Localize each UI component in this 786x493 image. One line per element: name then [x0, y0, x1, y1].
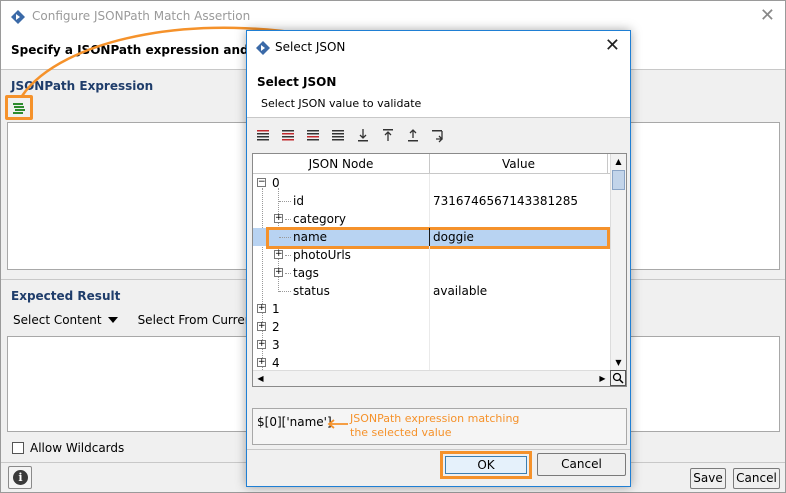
tree-row[interactable]: + photoUrls: [253, 246, 608, 264]
node-label: tags: [293, 266, 319, 280]
move-up-icon[interactable]: [380, 127, 397, 143]
tree-row[interactable]: id 7316746567143381285: [253, 192, 608, 210]
tree-row[interactable]: + 3: [253, 336, 608, 354]
footer-divider: [247, 449, 630, 450]
expand-selected-icon[interactable]: [305, 127, 322, 143]
collapse-all-icon[interactable]: [280, 127, 297, 143]
scroll-up-icon[interactable]: ▲: [611, 154, 626, 169]
tree-line: [279, 201, 291, 202]
jsonpath-expression-value: $[0]['name']: [257, 415, 332, 429]
tree-row[interactable]: + tags: [253, 264, 608, 282]
select-json-header: Select JSON Select JSON value to validat…: [247, 63, 630, 118]
jsonpath-expression-field: $[0]['name'] JSONPath expression matchin…: [252, 408, 627, 445]
column-divider: [429, 192, 430, 210]
vertical-scroll-thumb[interactable]: [612, 170, 625, 190]
column-header-json-node[interactable]: JSON Node: [253, 154, 430, 174]
collapse-selected-icon[interactable]: [330, 127, 347, 143]
expand-icon[interactable]: +: [257, 322, 266, 331]
node-label: photoUrls: [293, 248, 351, 262]
zoom-icon[interactable]: [610, 370, 626, 386]
node-label: id: [293, 194, 304, 208]
vertical-scrollbar[interactable]: ▲ ▼: [610, 154, 626, 370]
annotation-line-2: the selected value: [350, 426, 452, 439]
scroll-right-icon[interactable]: ▶: [595, 371, 610, 386]
select-json-heading: Select JSON: [257, 75, 337, 89]
expand-icon[interactable]: +: [257, 340, 266, 349]
column-divider: [429, 336, 430, 354]
ok-button[interactable]: OK: [445, 456, 527, 474]
column-divider: [429, 264, 430, 282]
expand-icon[interactable]: +: [274, 268, 283, 277]
column-divider: [429, 318, 430, 336]
tree-header: JSON Node Value: [253, 154, 626, 174]
scroll-left-icon[interactable]: ◀: [253, 371, 268, 386]
json-tree-table[interactable]: JSON Node Value − 0 id 73167465671433812…: [252, 153, 627, 387]
node-label: category: [293, 212, 347, 226]
arrow-left-icon: [327, 419, 348, 429]
collapse-icon[interactable]: −: [257, 178, 266, 187]
horizontal-scrollbar[interactable]: ◀ ▶: [253, 370, 610, 386]
tree-line: [285, 273, 291, 274]
go-to-child-icon[interactable]: [430, 127, 447, 143]
node-label: 3: [272, 338, 280, 352]
tree-row[interactable]: + 2: [253, 318, 608, 336]
magnifier-icon: [612, 372, 624, 384]
annotation-note: JSONPath expression matching the selecte…: [350, 412, 519, 440]
tree-row[interactable]: − 0: [253, 174, 608, 192]
column-divider: [429, 246, 430, 264]
tree-line: [285, 255, 291, 256]
expand-icon[interactable]: +: [274, 250, 283, 259]
tree-row[interactable]: + 1: [253, 300, 608, 318]
expand-all-icon[interactable]: [255, 127, 272, 143]
node-label: 4: [272, 356, 280, 370]
node-value: 7316746567143381285: [433, 194, 579, 208]
column-divider: [429, 228, 430, 246]
node-label: 2: [272, 320, 280, 334]
expand-icon[interactable]: +: [274, 214, 283, 223]
column-divider: [429, 174, 430, 192]
annotation-line-1: JSONPath expression matching: [350, 412, 520, 425]
tree-row[interactable]: + category: [253, 210, 608, 228]
tree-line: [285, 219, 291, 220]
go-to-parent-icon[interactable]: [405, 127, 422, 143]
node-value: available: [433, 284, 488, 298]
expand-icon[interactable]: +: [257, 304, 266, 313]
tree-toolbar: [255, 127, 447, 143]
ok-highlight: OK: [440, 451, 532, 479]
column-divider: [429, 300, 430, 318]
select-json-subheading: Select JSON value to validate: [261, 97, 422, 110]
column-divider: [429, 282, 430, 300]
select-json-cancel-button[interactable]: Cancel: [537, 453, 626, 476]
app-logo-icon: [256, 41, 270, 55]
tree-line: [279, 291, 291, 292]
scroll-down-icon[interactable]: ▼: [611, 355, 626, 370]
column-divider: [429, 210, 430, 228]
select-json-title-bar: Select JSON ✕: [247, 31, 630, 63]
expand-icon[interactable]: +: [257, 358, 266, 367]
column-header-value[interactable]: Value: [430, 154, 608, 174]
node-label: status: [293, 284, 330, 298]
select-json-window-title: Select JSON: [275, 40, 346, 54]
node-label: 0: [272, 176, 280, 190]
move-down-icon[interactable]: [355, 127, 372, 143]
select-json-dialog: Select JSON ✕ Select JSON Select JSON va…: [246, 30, 631, 487]
close-icon[interactable]: ✕: [605, 36, 620, 56]
node-label: 1: [272, 302, 280, 316]
tree-row[interactable]: status available: [253, 282, 608, 300]
